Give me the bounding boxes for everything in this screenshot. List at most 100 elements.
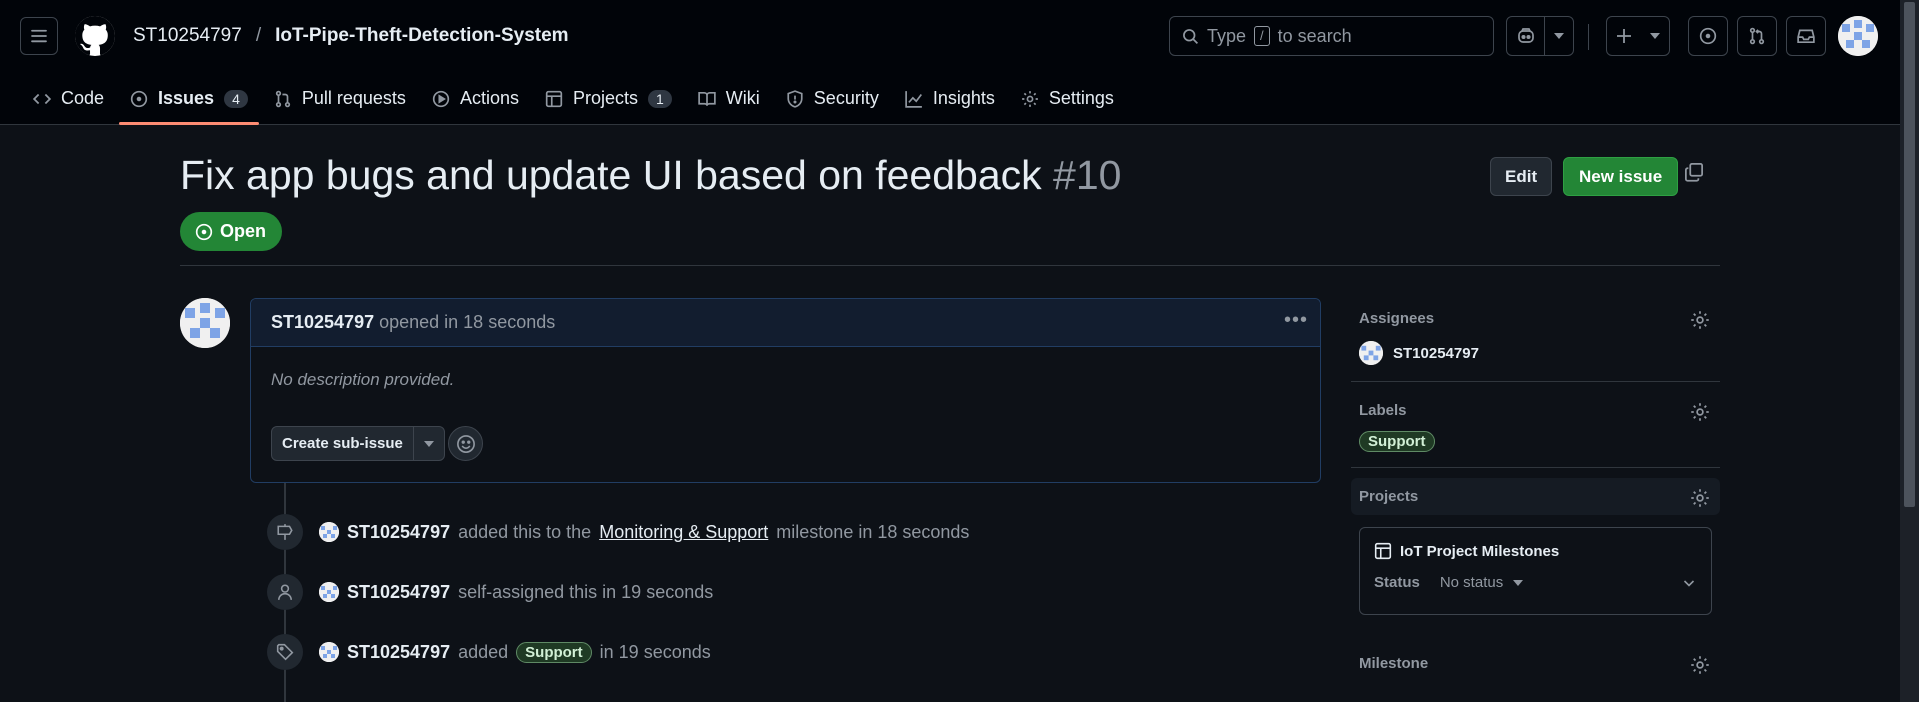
assignee-item[interactable]: ST10254797 (1359, 341, 1712, 365)
caret-down-icon[interactable] (1513, 579, 1524, 586)
timeline-event-assigned: ST10254797 self-assigned this in 19 seco… (267, 574, 713, 610)
menu-button[interactable] (20, 17, 58, 55)
tab-label: Issues (158, 88, 215, 108)
your-pull-requests-button[interactable] (1737, 16, 1777, 56)
edit-button[interactable]: Edit (1490, 157, 1553, 196)
event-user[interactable]: ST10254797 (347, 642, 450, 663)
header-divider (1588, 24, 1589, 50)
tab-issues[interactable]: Issues 4 (117, 72, 261, 125)
tab-label: Actions (459, 88, 519, 108)
page-scrollbar[interactable] (1900, 0, 1919, 702)
tab-insights[interactable]: Insights (892, 72, 1008, 125)
sidebar-support-label[interactable]: Support (1359, 431, 1435, 452)
caret-down-icon (423, 440, 434, 447)
gear-icon[interactable] (1690, 655, 1710, 680)
projects-heading: Projects (1359, 488, 1419, 505)
projects-section: Projects (1351, 478, 1720, 515)
project-name: IoT Project Milestones (1400, 542, 1560, 560)
pull-request-icon (274, 90, 292, 108)
assignee-avatar (1359, 341, 1383, 365)
project-title-row[interactable]: IoT Project Milestones (1374, 542, 1697, 560)
owner-link[interactable]: ST10254797 (133, 25, 242, 47)
copilot-dropdown[interactable] (1545, 17, 1573, 55)
support-label[interactable]: Support (516, 641, 592, 663)
kebab-menu-icon[interactable]: ••• (1284, 309, 1308, 332)
event-avatar[interactable] (319, 642, 339, 662)
event-avatar[interactable] (319, 582, 339, 602)
issues-count: 4 (224, 89, 248, 108)
event-user[interactable]: ST10254797 (347, 522, 450, 543)
tab-label: Code (61, 88, 105, 108)
status-value[interactable]: No status (1440, 574, 1503, 591)
tab-actions[interactable]: Actions (419, 72, 532, 125)
project-card: IoT Project Milestones Status No status (1359, 527, 1712, 615)
tab-projects[interactable]: Projects 1 (532, 72, 685, 125)
issue-title: Fix app bugs and update UI based on feed… (180, 152, 1720, 199)
issue-icon (130, 90, 148, 108)
inbox-shortcut (1786, 16, 1826, 56)
create-sub-issue-button[interactable]: Create sub-issue (271, 426, 445, 461)
copy-link-button[interactable] (1684, 162, 1704, 187)
tab-security[interactable]: Security (773, 72, 892, 125)
tab-label: Settings (1048, 88, 1114, 108)
notifications-button[interactable] (1786, 16, 1826, 56)
header-divider-line (180, 265, 1720, 266)
projects-count: 1 (648, 89, 672, 108)
search-input[interactable]: Type / to search (1169, 16, 1494, 56)
pull-request-icon (1749, 27, 1765, 45)
your-issues-button[interactable] (1688, 16, 1728, 56)
issue-title-text: Fix app bugs and update UI based on feed… (180, 152, 1042, 198)
event-user[interactable]: ST10254797 (347, 582, 450, 603)
create-split-button[interactable] (1606, 16, 1670, 56)
comment-meta: opened in 18 seconds (379, 312, 556, 332)
scrollbar-thumb[interactable] (1904, 2, 1915, 507)
gear-icon[interactable] (1690, 488, 1710, 513)
gear-icon[interactable] (1690, 310, 1710, 335)
book-icon (698, 90, 716, 108)
chevron-down-icon[interactable] (1681, 575, 1697, 591)
issue-body-comment: ST10254797 opened in 18 seconds ••• No d… (250, 298, 1321, 483)
issue-icon (1699, 27, 1717, 45)
milestone-link[interactable]: Monitoring & Support (599, 522, 768, 543)
issue-state-label: Open (220, 221, 267, 241)
caret-down-icon (1650, 33, 1660, 39)
event-avatar[interactable] (319, 522, 339, 542)
add-reaction-button[interactable] (448, 426, 483, 461)
new-issue-button[interactable]: New issue (1563, 157, 1679, 196)
copy-icon (1685, 163, 1703, 182)
tab-pull-requests[interactable]: Pull requests (261, 72, 419, 125)
comment-author[interactable]: ST10254797 (271, 312, 374, 333)
person-icon (267, 574, 303, 610)
issue-state-badge: Open (180, 212, 283, 251)
breadcrumb: ST10254797 / IoT-Pipe-Theft-Detection-Sy… (133, 25, 569, 47)
project-status-row: Status No status (1374, 574, 1697, 591)
author-avatar[interactable] (180, 298, 230, 348)
table-icon (1374, 542, 1392, 560)
copilot-button[interactable] (1507, 17, 1545, 55)
pulls-shortcut (1737, 16, 1777, 56)
create-new-button[interactable] (1607, 17, 1641, 55)
search-suffix: to search (1277, 25, 1352, 46)
copilot-icon (1517, 28, 1534, 43)
gear-icon (1021, 90, 1039, 108)
tab-wiki[interactable]: Wiki (685, 72, 773, 125)
sub-issue-dropdown[interactable] (412, 427, 444, 460)
github-logo[interactable] (75, 16, 115, 56)
create-sub-issue-label[interactable]: Create sub-issue (272, 427, 413, 460)
tab-settings[interactable]: Settings (1008, 72, 1127, 125)
repo-link[interactable]: IoT-Pipe-Theft-Detection-System (275, 25, 568, 47)
issue-number: #10 (1053, 152, 1122, 198)
tab-label: Projects (572, 88, 638, 108)
repo-nav: Code Issues 4 Pull requests Actions Proj… (0, 72, 1919, 125)
play-icon (432, 90, 450, 108)
gear-icon[interactable] (1690, 402, 1710, 427)
timeline-event-labeled: ST10254797 added Support in 19 seconds (267, 634, 711, 670)
breadcrumb-separator: / (255, 25, 262, 46)
create-dropdown[interactable] (1641, 17, 1669, 55)
issues-shortcut (1688, 16, 1728, 56)
milestone-section: Milestone (1351, 615, 1720, 702)
assignees-section: Assignees ST10254797 (1351, 300, 1720, 382)
user-avatar[interactable] (1838, 16, 1878, 56)
copilot-split-button[interactable] (1506, 16, 1574, 56)
tab-code[interactable]: Code (20, 72, 117, 125)
